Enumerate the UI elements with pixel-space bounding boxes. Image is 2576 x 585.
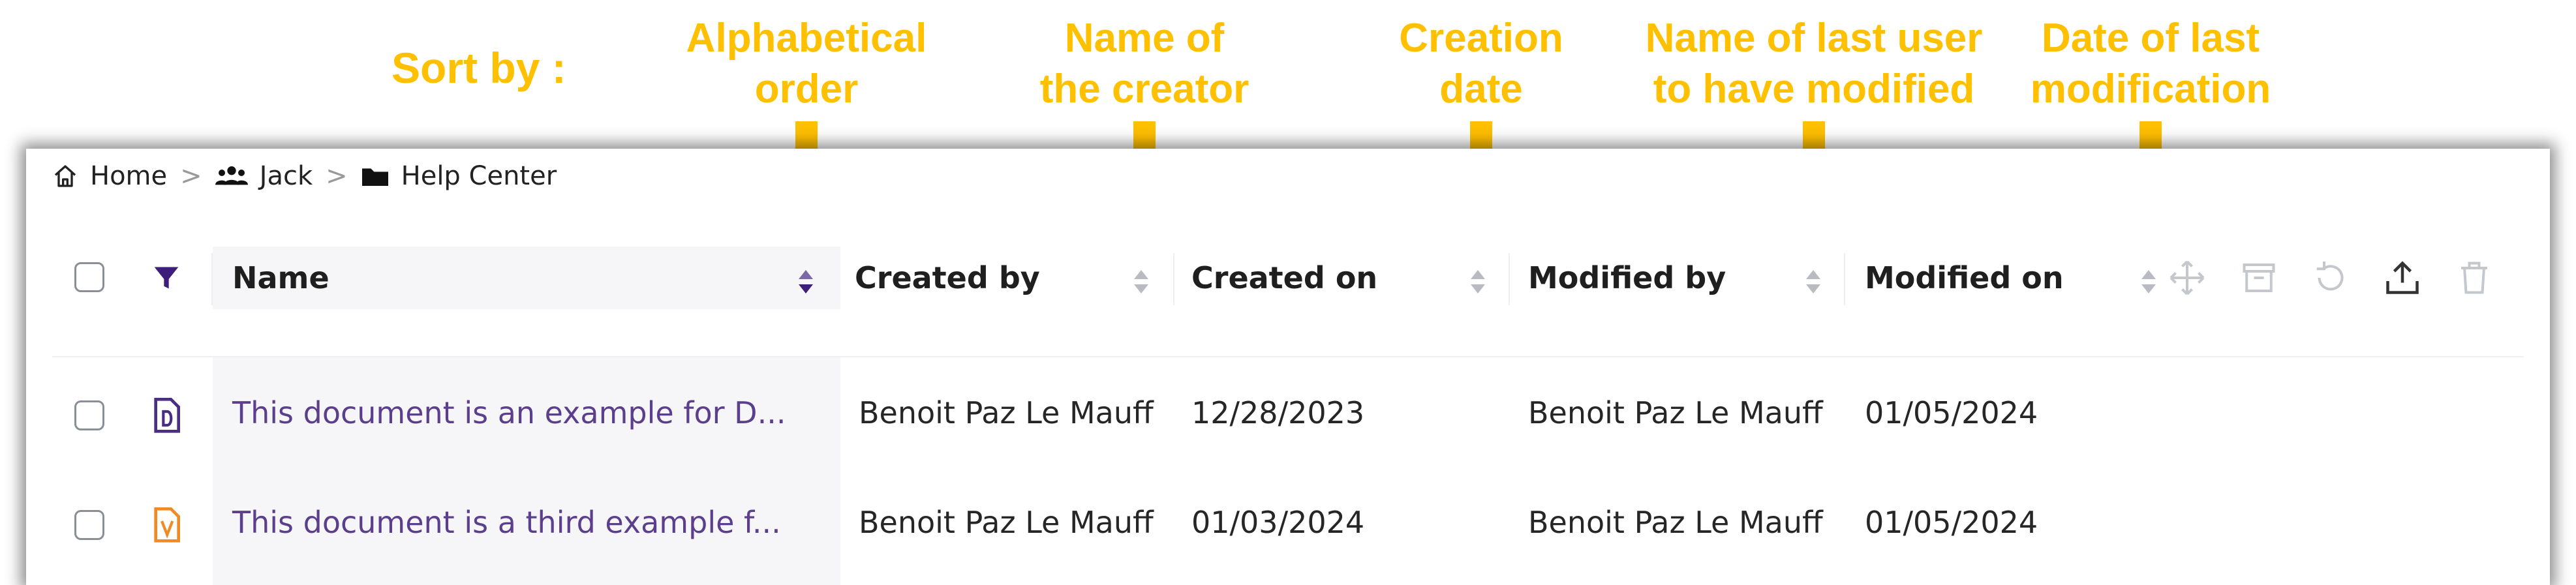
document-list-panel: Home > Jack > Help Center Name Created b…	[26, 149, 2550, 585]
archive-icon[interactable]	[2239, 258, 2278, 297]
move-icon[interactable]	[2168, 258, 2207, 297]
sort-active-icon[interactable]	[797, 267, 814, 296]
column-header-label: Modified on	[1865, 260, 2064, 295]
breadcrumb-label: Help Center	[401, 161, 557, 191]
home-icon	[52, 163, 78, 189]
users-icon	[215, 163, 248, 189]
doc-v-icon	[150, 507, 183, 547]
annotation-line: modification	[2030, 67, 2271, 112]
column-header-created-by[interactable]: Created by	[855, 247, 1040, 309]
column-header-modified-by[interactable]: Modified by	[1528, 247, 1726, 309]
sort-icon[interactable]	[2140, 267, 2157, 296]
doc-d-icon	[150, 398, 183, 437]
row-checkbox[interactable]	[74, 400, 104, 430]
breadcrumb-separator: >	[180, 161, 202, 191]
column-header-modified-on[interactable]: Modified on	[1865, 247, 2064, 309]
folder-icon	[361, 163, 390, 189]
trash-icon[interactable]	[2455, 258, 2494, 297]
breadcrumb-separator: >	[326, 161, 348, 191]
sort-icon[interactable]	[1133, 267, 1150, 296]
breadcrumb-home[interactable]: Home	[52, 161, 167, 191]
column-header-created-on[interactable]: Created on	[1191, 247, 1377, 309]
column-header-name[interactable]: Name	[232, 247, 330, 309]
sort-icon[interactable]	[1469, 267, 1486, 296]
annotation-line: Date of last	[2041, 16, 2260, 61]
row-checkbox[interactable]	[74, 510, 104, 540]
created-on-cell: 12/28/2023	[1191, 395, 1365, 430]
breadcrumb-help-center[interactable]: Help Center	[361, 161, 557, 191]
column-header-label: Modified by	[1528, 260, 1726, 295]
breadcrumb-label: Jack	[259, 161, 313, 191]
breadcrumb-jack[interactable]: Jack	[215, 161, 313, 191]
document-name-link[interactable]: This document is a third example f...	[232, 505, 781, 540]
column-header-label: Created by	[855, 260, 1040, 295]
created-on-cell: 01/03/2024	[1191, 505, 1365, 540]
modified-on-cell: 01/05/2024	[1865, 505, 2038, 540]
sort-icon[interactable]	[1805, 267, 1822, 296]
column-header-label: Name	[232, 260, 330, 295]
select-all-checkbox[interactable]	[74, 262, 104, 292]
breadcrumb: Home > Jack > Help Center	[52, 157, 557, 196]
column-divider	[1173, 253, 1174, 305]
annotation-modification-date: Date of last modification	[1942, 13, 2359, 115]
restore-icon[interactable]	[2311, 258, 2350, 297]
column-divider	[1509, 253, 1510, 305]
column-divider	[211, 253, 213, 305]
upload-icon[interactable]	[2383, 258, 2422, 297]
modified-by-cell: Benoit Paz Le Mauff	[1528, 395, 1823, 430]
modified-on-cell: 01/05/2024	[1865, 395, 2038, 430]
document-name-link[interactable]: This document is an example for D...	[232, 395, 786, 430]
modified-by-cell: Benoit Paz Le Mauff	[1528, 505, 1823, 540]
filter-icon[interactable]	[151, 263, 181, 295]
created-by-cell: Benoit Paz Le Mauff	[859, 505, 1154, 540]
breadcrumb-label: Home	[90, 161, 168, 191]
created-by-cell: Benoit Paz Le Mauff	[859, 395, 1154, 430]
column-divider	[1844, 253, 1845, 305]
column-header-label: Created on	[1191, 260, 1378, 295]
sort-by-title: Sort by :	[391, 44, 566, 92]
